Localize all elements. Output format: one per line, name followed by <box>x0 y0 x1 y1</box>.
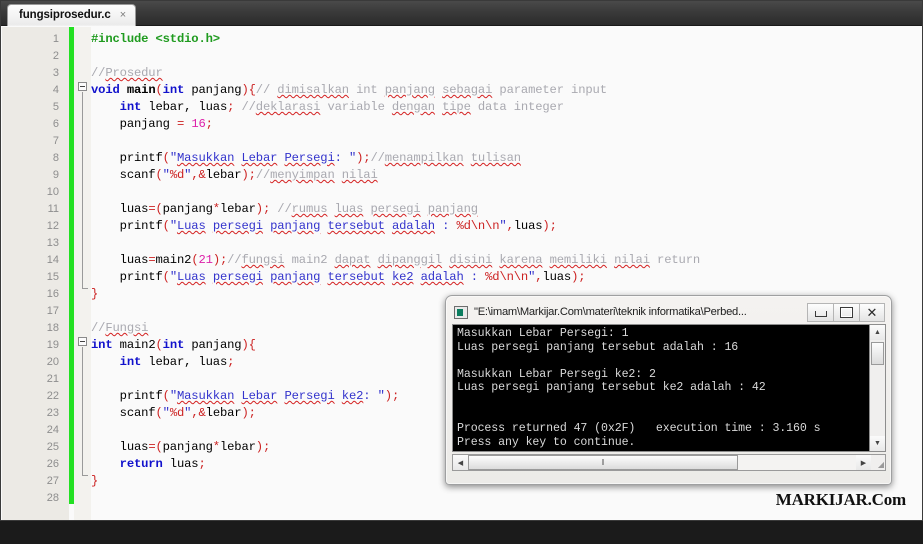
code-line-1: #include <stdio.h> <box>91 32 220 46</box>
line-number-10: 10 <box>46 186 59 198</box>
close-icon[interactable]: ✕ <box>859 302 885 322</box>
console-vertical-scrollbar[interactable]: ▲ ▼ <box>869 325 885 451</box>
code-line-3: //Prosedur <box>91 66 163 80</box>
line-number-11: 11 <box>47 203 59 215</box>
console-title-bar[interactable]: "E:\imam\Markijar.Com\materi\teknik info… <box>452 301 886 323</box>
line-number-20: 20 <box>46 356 59 368</box>
console-title: "E:\imam\Markijar.Com\materi\teknik info… <box>474 306 747 318</box>
code-line-19: int main2(int panjang){ <box>91 338 256 352</box>
console-horizontal-scrollbar[interactable]: ◀ ‖ ▶ ◢ <box>452 454 886 471</box>
code-line-9: scanf("%d",&lebar);//menyimpan nilai <box>91 168 378 182</box>
line-number-9: 9 <box>52 169 59 181</box>
code-line-18: //Fungsi <box>91 321 149 335</box>
code-line-20: int lebar, luas; <box>119 355 235 369</box>
line-number-5: 5 <box>52 101 59 113</box>
screenshot-root: fungsiprosedur.c × 1 2 3 4 5 6 7 8 9 10 11 12 13 14 15… <box>0 0 923 544</box>
line-number-25: 25 <box>46 441 59 453</box>
console-output: Masukkan Lebar Persegi: 1 Luas persegi p… <box>457 327 821 449</box>
code-line-11: luas=(panjang*lebar); //rumus luas perse… <box>91 202 478 216</box>
restore-icon[interactable] <box>833 302 859 322</box>
line-number-17: 17 <box>46 305 59 317</box>
line-number-16: 16 <box>46 288 59 300</box>
line-number-4: 4 <box>52 84 59 96</box>
code-line-16: } <box>91 287 99 301</box>
line-number-6: 6 <box>52 118 59 130</box>
tab-label: fungsiprosedur.c <box>19 8 111 21</box>
code-line-23: scanf("%d",&lebar); <box>91 406 256 420</box>
line-number-14: 14 <box>46 254 59 266</box>
console-window[interactable]: "E:\imam\Markijar.Com\materi\teknik info… <box>445 295 892 485</box>
console-body: Masukkan Lebar Persegi: 1 Luas persegi p… <box>452 324 886 452</box>
code-line-15: printf("Luas persegi panjang tersebut ke… <box>91 270 586 284</box>
ide-window: fungsiprosedur.c × 1 2 3 4 5 6 7 8 9 10 11 12 13 14 15… <box>0 0 923 521</box>
horizontal-scroll-track[interactable]: ‖ <box>468 455 856 470</box>
line-number-27: 27 <box>46 475 59 487</box>
fold-toggle-main2[interactable] <box>78 337 87 346</box>
fold-bracket-main <box>82 92 83 289</box>
code-line-8: printf("Masukkan Lebar Persegi: ");//men… <box>91 151 521 165</box>
line-number-22: 22 <box>46 390 59 402</box>
console-app-icon <box>454 305 468 319</box>
window-controls: ✕ <box>807 302 885 322</box>
horizontal-scroll-thumb[interactable]: ‖ <box>468 455 738 470</box>
scroll-up-icon[interactable]: ▲ <box>870 325 885 340</box>
fold-bracket-main2 <box>82 347 83 476</box>
scroll-right-icon[interactable]: ▶ <box>856 455 871 470</box>
code-line-5: int lebar, luas; //deklarasi variable de… <box>119 100 564 114</box>
scroll-left-icon[interactable]: ◀ <box>453 455 468 470</box>
minimize-icon[interactable] <box>807 302 833 322</box>
code-line-25: luas=(panjang*lebar); <box>91 440 271 454</box>
line-number-1: 1 <box>52 33 59 45</box>
code-line-12: printf("Luas persegi panjang tersebut ad… <box>91 219 557 233</box>
watermark: MARKIJAR.Com <box>775 490 906 509</box>
line-number-23: 23 <box>46 407 59 419</box>
code-folding-column[interactable] <box>74 27 91 520</box>
line-number-2: 2 <box>52 50 59 62</box>
line-number-15: 15 <box>46 271 59 283</box>
code-line-27: } <box>91 474 99 488</box>
vertical-scroll-thumb[interactable] <box>871 342 884 365</box>
line-number-19: 19 <box>46 339 59 351</box>
code-line-26: return luas; <box>119 457 206 471</box>
close-icon[interactable]: × <box>120 10 126 21</box>
fold-bracket-foot-main2 <box>82 475 88 476</box>
line-number-12: 12 <box>46 220 59 232</box>
tab-fungsiprosedur-c[interactable]: fungsiprosedur.c × <box>7 4 137 26</box>
line-number-3: 3 <box>52 67 59 79</box>
code-line-22: printf("Masukkan Lebar Persegi ke2: "); <box>91 389 400 403</box>
line-number-13: 13 <box>46 237 59 249</box>
fold-toggle-main[interactable] <box>78 82 87 91</box>
resize-grip-icon[interactable]: ◢ <box>871 455 885 470</box>
editor-tab-bar: fungsiprosedur.c × <box>1 1 922 26</box>
line-number-21: 21 <box>46 373 59 385</box>
line-number-8: 8 <box>52 152 59 164</box>
line-number-18: 18 <box>46 322 59 334</box>
code-line-6: panjang = 16; <box>91 117 213 131</box>
scroll-down-icon[interactable]: ▼ <box>870 436 885 451</box>
code-line-14: luas=main2(21);//fungsi main2 dapat dipa… <box>91 253 701 267</box>
line-number-7: 7 <box>52 135 59 147</box>
fold-bracket-foot-main <box>82 288 88 289</box>
line-number-gutter: 1 2 3 4 5 6 7 8 9 10 11 12 13 14 15 16 17 18 19 20 21 22 23 24 2… <box>2 27 69 520</box>
line-number-28: 28 <box>46 492 59 504</box>
code-line-4: void main(int panjang){// dimisalkan int… <box>91 83 607 97</box>
line-number-26: 26 <box>46 458 59 470</box>
line-number-24: 24 <box>46 424 59 436</box>
